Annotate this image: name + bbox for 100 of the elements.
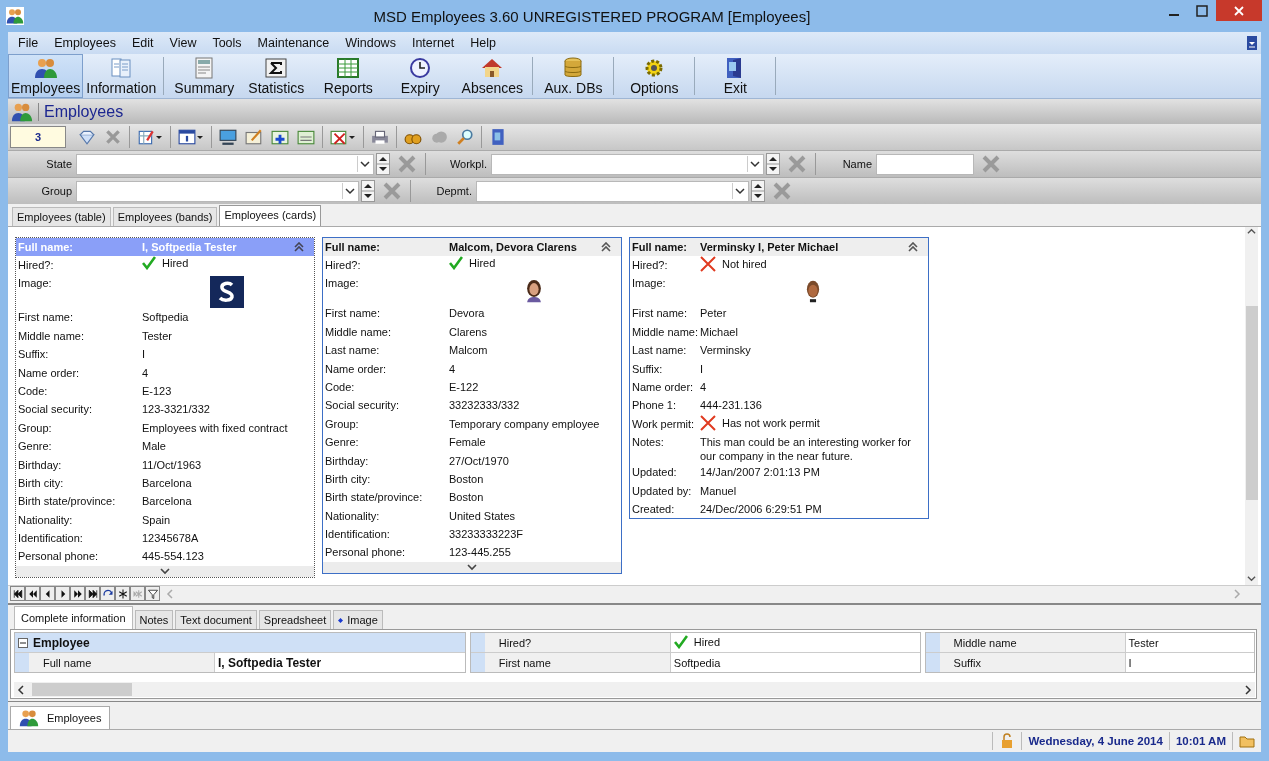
- field-label: Group:: [325, 416, 360, 431]
- close-button[interactable]: [1216, 0, 1262, 21]
- tab[interactable]: Complete information: [14, 606, 133, 629]
- field-label: Personal phone:: [325, 545, 407, 560]
- toolbar-button[interactable]: Exit: [699, 54, 772, 98]
- field-value: 24/Dec/2006 6:29:51 PM: [700, 501, 823, 516]
- menu-item[interactable]: Internet: [403, 36, 463, 50]
- document-tab[interactable]: Employees: [10, 706, 111, 729]
- menu-item[interactable]: Employees: [46, 36, 124, 50]
- field-value: This man could be an interesting worker for our company in the near future.: [700, 435, 912, 464]
- toolbar-button[interactable]: Information: [83, 54, 160, 98]
- field-value: Employees with fixed contract: [142, 420, 289, 435]
- field-value: Softpedia: [142, 310, 190, 325]
- expand-icon[interactable]: [467, 563, 477, 572]
- field-value: Barcelona: [142, 494, 193, 509]
- caret-icon: [732, 183, 747, 199]
- field-label: Birth city:: [18, 475, 65, 490]
- spinner-icon[interactable]: [766, 153, 780, 175]
- property-label: Full name: [29, 653, 215, 672]
- first-button[interactable]: [10, 586, 25, 601]
- filter-label: Name: [841, 158, 873, 170]
- scrollbar[interactable]: [14, 682, 1255, 697]
- tab[interactable]: Notes: [134, 610, 174, 629]
- filter-button[interactable]: [145, 586, 160, 601]
- field-value: Male: [142, 439, 167, 454]
- toolbar-button[interactable]: Aux. DBs: [537, 54, 610, 98]
- collapse-icon[interactable]: [601, 242, 611, 252]
- collapse-icon[interactable]: [18, 637, 28, 648]
- menu-item[interactable]: Windows: [337, 36, 404, 50]
- field-label: Identification:: [18, 531, 84, 546]
- field-label: Updated:: [632, 465, 678, 480]
- collapse-icon[interactable]: [908, 242, 918, 252]
- field-label: First name:: [325, 306, 381, 321]
- refresh-button[interactable]: [100, 586, 115, 601]
- field-label: Nationality:: [18, 512, 74, 527]
- tab[interactable]: Employees (cards): [219, 205, 322, 226]
- asterisk-button[interactable]: [115, 586, 130, 601]
- spinner-icon[interactable]: [361, 180, 375, 202]
- field-value: 33232333/332: [449, 398, 521, 413]
- menu-item[interactable]: Tools: [204, 36, 250, 50]
- field-label: Image:: [632, 276, 667, 291]
- folder-icon: [1239, 733, 1255, 749]
- last-icon: [86, 587, 99, 600]
- field-label: Hired?:: [18, 258, 55, 272]
- input-field[interactable]: [876, 153, 974, 175]
- menu-item[interactable]: View: [161, 36, 205, 50]
- field-value: Peter: [700, 306, 728, 321]
- collapse-icon[interactable]: [294, 242, 304, 252]
- tab[interactable]: Text document: [175, 610, 257, 629]
- property-value: I: [1127, 655, 1133, 671]
- fast-forward-button[interactable]: [70, 586, 85, 601]
- toolbar-button[interactable]: Absences: [456, 54, 529, 98]
- scrollbar[interactable]: [1245, 227, 1258, 585]
- caret-icon: [155, 133, 163, 141]
- next-button[interactable]: [55, 586, 70, 601]
- full-name-value: Verminsky I, Peter Michael: [700, 241, 840, 253]
- tab[interactable]: Spreadsheet: [258, 610, 332, 629]
- close-icon: [1233, 4, 1245, 17]
- field-label: Work permit:: [632, 416, 696, 431]
- menu-item[interactable]: File: [10, 36, 47, 50]
- tab[interactable]: Employees (table): [12, 207, 111, 226]
- property-value: Tester: [1127, 635, 1160, 651]
- field-value: I: [700, 361, 705, 376]
- row-indicator: [15, 653, 29, 672]
- property-value: Hired: [693, 635, 721, 648]
- scroll-left-icon[interactable]: [17, 684, 25, 695]
- employee-card[interactable]: [629, 237, 929, 520]
- tab[interactable]: Employees (bands): [112, 207, 218, 226]
- field-value: Verminsky: [700, 343, 752, 358]
- previous-button[interactable]: [40, 586, 55, 601]
- menu-item[interactable]: Maintenance: [249, 36, 338, 50]
- group-header[interactable]: Employee: [15, 633, 465, 652]
- caret-icon: [342, 183, 357, 199]
- field-value: United States: [449, 508, 517, 523]
- rewind-button[interactable]: [25, 586, 40, 601]
- toolbar-button[interactable]: Expiry: [384, 54, 457, 98]
- employee-card[interactable]: [15, 237, 315, 578]
- toolbar-button[interactable]: Statistics: [240, 54, 313, 98]
- scroll-right-icon[interactable]: [1244, 684, 1252, 695]
- employee-card[interactable]: [322, 237, 622, 574]
- spinner-icon[interactable]: [751, 180, 765, 202]
- spinner-icon[interactable]: [376, 153, 390, 175]
- toolbar-button[interactable]: Reports: [312, 54, 385, 98]
- toolbar-button[interactable]: Employees: [8, 54, 84, 98]
- field-label: Birthday:: [18, 457, 63, 472]
- toolbar-button[interactable]: Options: [618, 54, 691, 98]
- tab[interactable]: Image: [333, 610, 383, 629]
- scroll-up-icon[interactable]: [1247, 227, 1256, 236]
- expand-icon[interactable]: [160, 567, 170, 576]
- folder-icon: [297, 128, 315, 146]
- toolbar-button[interactable]: Summary: [168, 54, 241, 98]
- scroll-down-icon[interactable]: [1247, 574, 1256, 583]
- field-label: Name order:: [632, 379, 695, 394]
- menu-item[interactable]: Edit: [124, 36, 162, 50]
- dropdown-icon[interactable]: [1247, 36, 1257, 50]
- field-value: I: [142, 347, 147, 362]
- add-folder-icon: [271, 128, 289, 146]
- field-label: Image:: [18, 276, 53, 291]
- menu-item[interactable]: Help: [462, 36, 504, 50]
- last-button[interactable]: [85, 586, 100, 601]
